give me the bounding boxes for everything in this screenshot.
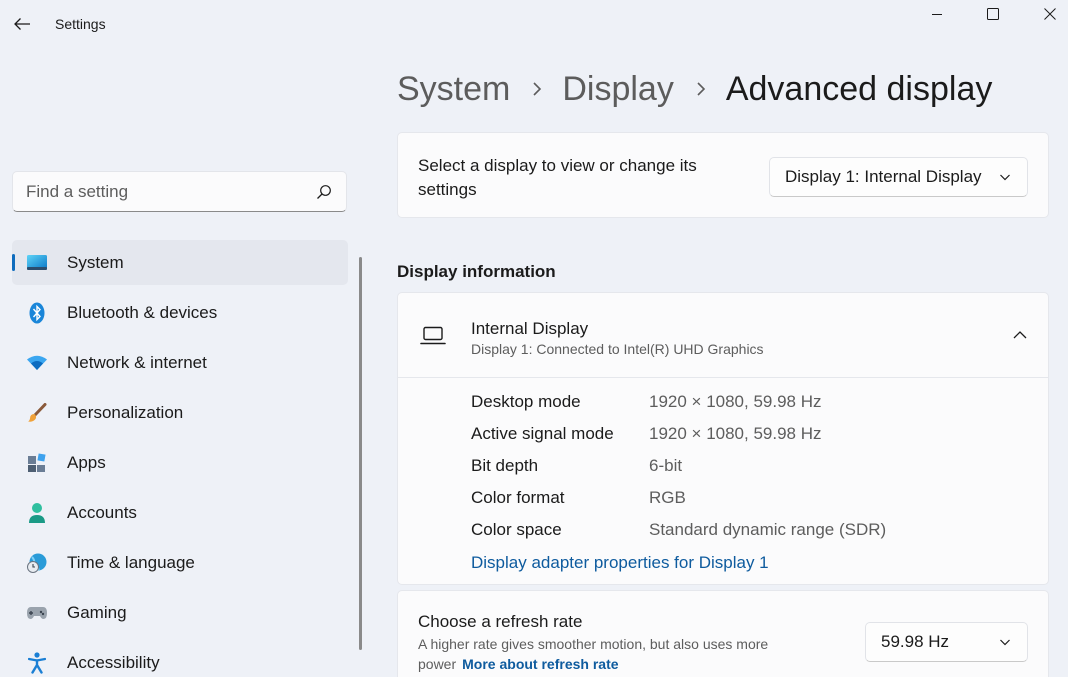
gaming-icon [25,601,49,625]
info-key: Color format [471,488,565,507]
display-information-heading: Display information [397,262,556,281]
breadcrumb-item-system[interactable]: System [397,70,510,109]
wifi-icon [25,351,49,375]
info-row-desktop-mode: Desktop mode 1920 × 1080, 59.98 Hz [471,392,1031,416]
search-input[interactable] [26,181,306,203]
system-icon [25,251,49,275]
chevron-down-icon [1000,639,1010,646]
more-about-refresh-rate-link[interactable]: More about refresh rate [462,656,618,672]
info-row-color-space: Color space Standard dynamic range (SDR) [471,520,1031,544]
info-row-color-format: Color format RGB [471,488,1031,512]
refresh-rate-title: Choose a refresh rate [418,612,583,631]
info-value: RGB [649,488,686,507]
display-select-dropdown[interactable]: Display 1: Internal Display [769,157,1028,197]
chevron-up-icon[interactable] [1012,327,1028,343]
sidebar-scrollbar[interactable] [359,257,362,650]
info-value: 1920 × 1080, 59.98 Hz [649,392,822,411]
time-language-icon [25,551,49,575]
chevron-right-icon [696,81,706,97]
info-key: Active signal mode [471,424,614,443]
back-button[interactable] [10,12,34,36]
display-information-header[interactable]: Internal Display Display 1: Connected to… [398,293,1048,378]
display-information-card: Internal Display Display 1: Connected to… [397,292,1049,585]
sidebar-item-accessibility[interactable]: Accessibility [12,640,348,677]
back-arrow-icon [14,18,30,30]
select-display-label: Select a display to view or change its s… [418,156,697,199]
sidebar-item-label: Time & language [67,552,195,572]
display-name: Internal Display [471,319,589,338]
sidebar-item-network-internet[interactable]: Network & internet [12,340,348,385]
info-row-active-signal-mode: Active signal mode 1920 × 1080, 59.98 Hz [471,424,1031,448]
title-bar: Settings [0,0,1068,48]
maximize-button[interactable] [965,0,1021,28]
display-select-value: Display 1: Internal Display [785,167,982,186]
accessibility-icon [25,651,49,675]
display-adapter-properties-link[interactable]: Display adapter properties for Display 1 [471,553,769,573]
sidebar-item-label: Bluetooth & devices [67,302,218,322]
breadcrumb-item-display[interactable]: Display [562,70,673,109]
sidebar-item-label: Accounts [67,502,137,522]
sidebar-item-apps[interactable]: Apps [12,440,348,485]
info-row-bit-depth: Bit depth 6-bit [471,456,1031,480]
sidebar-item-label: System [67,252,124,272]
refresh-rate-card: Choose a refresh rate A higher rate give… [397,590,1049,677]
select-display-card: Select a display to view or change its s… [397,132,1049,218]
refresh-rate-dropdown[interactable]: 59.98 Hz [865,622,1028,662]
brush-icon [25,401,49,425]
sidebar-item-label: Accessibility [67,652,160,672]
sidebar-item-label: Apps [67,452,106,472]
bluetooth-icon [25,301,49,325]
laptop-icon [420,326,446,345]
info-value: 6-bit [649,456,683,475]
minimize-icon [932,14,942,15]
display-connection-info: Display 1: Connected to Intel(R) UHD Gra… [471,341,764,357]
sidebar-item-gaming[interactable]: Gaming [12,590,348,635]
accounts-icon [25,501,49,525]
info-key: Desktop mode [471,392,581,411]
chevron-down-icon [1000,174,1010,181]
info-value: 1920 × 1080, 59.98 Hz [649,424,822,443]
refresh-rate-description: A higher rate gives smoother motion, but… [418,634,828,674]
sidebar-item-bluetooth-devices[interactable]: Bluetooth & devices [12,290,348,335]
breadcrumb: System Display Advanced display [397,66,992,112]
info-value: Standard dynamic range (SDR) [649,520,887,539]
minimize-button[interactable] [909,0,965,28]
search-icon[interactable] [316,184,332,200]
search-box[interactable] [12,171,347,212]
sidebar-item-label: Gaming [67,602,127,622]
page-title: Advanced display [725,69,993,108]
sidebar-nav: System Bluetooth & devices Network & int… [12,240,348,677]
sidebar-item-label: Network & internet [67,352,207,372]
sidebar-item-personalization[interactable]: Personalization [12,390,348,435]
sidebar-item-time-language[interactable]: Time & language [12,540,348,585]
info-key: Color space [471,520,562,539]
info-key: Bit depth [471,456,539,475]
sidebar-item-system[interactable]: System [12,240,348,285]
sidebar-item-label: Personalization [67,402,184,422]
sidebar-item-accounts[interactable]: Accounts [12,490,348,535]
chevron-right-icon [532,81,542,97]
close-button[interactable] [1022,0,1068,28]
apps-icon [25,451,49,475]
app-title: Settings [55,16,106,32]
refresh-rate-value: 59.98 Hz [881,632,950,651]
maximize-icon [987,8,999,20]
close-icon [1044,8,1056,20]
